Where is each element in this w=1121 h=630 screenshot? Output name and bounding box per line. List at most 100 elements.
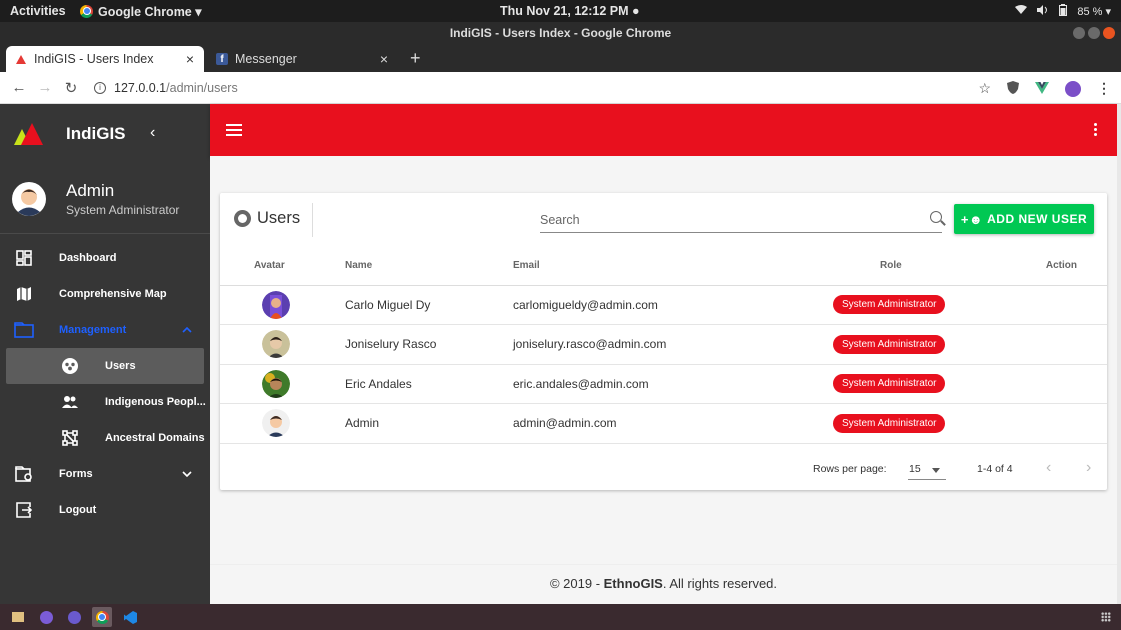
add-new-user-button[interactable]: +☻ ADD NEW USER — [954, 204, 1094, 234]
table-row[interactable]: Admin admin@admin.com System Administrat… — [220, 403, 1107, 444]
site-info-icon[interactable]: i — [94, 81, 106, 94]
avatar-cell — [220, 285, 330, 325]
activities-button[interactable]: Activities — [0, 4, 80, 18]
sidebar: IndiGIS ‹ Admin System Administrator Das… — [0, 104, 210, 604]
sidebar-item-ancestral-domains[interactable]: Ancestral Domains — [0, 420, 210, 456]
folder-icon — [14, 320, 34, 340]
sidebar-item-logout[interactable]: Logout — [0, 492, 210, 528]
prev-page-chevron-icon[interactable]: ‹ — [1046, 459, 1051, 477]
table-header-row: Avatar Name Email Role Action — [220, 247, 1107, 286]
action-cell — [1033, 364, 1107, 404]
user-email-cell: admin@admin.com — [513, 403, 803, 444]
sidebar-item-forms[interactable]: Forms — [0, 456, 210, 492]
column-header-role[interactable]: Role — [803, 247, 1033, 286]
reload-icon[interactable]: ↻ — [58, 79, 84, 97]
sidebar-item-indigenous-people[interactable]: Indigenous Peopl... — [0, 384, 210, 420]
sidebar-item-label: Forms — [59, 468, 93, 480]
user-name: Admin — [66, 180, 115, 200]
role-cell: System Administrator — [803, 285, 1033, 325]
back-arrow-icon[interactable]: ← — [6, 79, 32, 96]
sidebar-item-dashboard[interactable]: Dashboard — [0, 240, 210, 276]
close-tab-icon[interactable]: × — [380, 51, 388, 67]
user-name-cell: Eric Andales — [330, 364, 513, 404]
vscode-app-icon[interactable] — [120, 607, 140, 627]
user-email-cell: eric.andales@admin.com — [513, 364, 803, 404]
table-row[interactable]: Eric Andales eric.andales@admin.com Syst… — [220, 364, 1107, 404]
rows-per-page-select[interactable]: 15 — [908, 460, 946, 480]
sidebar-nav: Dashboard Comprehensive Map Management U… — [0, 234, 210, 528]
battery-icon — [1059, 3, 1068, 19]
chrome-icon — [80, 4, 93, 18]
dashboard-icon — [14, 248, 34, 268]
url-field[interactable]: i 127.0.0.1/admin/users — [94, 81, 238, 95]
next-page-chevron-icon[interactable]: › — [1086, 459, 1091, 477]
more-vert-icon[interactable] — [1094, 123, 1097, 138]
column-header-action[interactable]: Action — [1033, 247, 1107, 286]
domains-icon — [60, 428, 80, 448]
files-app-icon[interactable] — [8, 607, 28, 627]
action-cell — [1033, 324, 1107, 365]
volume-icon — [1037, 4, 1049, 18]
bookmark-star-icon[interactable]: ☆ — [978, 80, 991, 97]
app-grid-icon[interactable] — [1101, 612, 1111, 622]
page-scrollbar[interactable] — [1117, 104, 1121, 604]
users-card: Users +☻ ADD NEW USER Avatar Name Email … — [220, 193, 1107, 490]
rows-per-page-value: 15 — [909, 463, 921, 475]
profile-avatar-icon[interactable] — [1065, 80, 1081, 97]
search-icon[interactable] — [930, 211, 942, 223]
close-window-button[interactable] — [1103, 27, 1115, 39]
column-header-avatar[interactable]: Avatar — [220, 247, 330, 286]
card-header: Users +☻ ADD NEW USER — [220, 193, 1107, 247]
maximize-button[interactable] — [1088, 27, 1100, 39]
action-cell — [1033, 403, 1107, 444]
column-header-email[interactable]: Email — [513, 247, 803, 286]
avatar — [262, 330, 290, 359]
address-bar-row: ← → ↻ i 127.0.0.1/admin/users ☆ ⋮ — [0, 72, 1121, 104]
indigis-logo-icon — [14, 123, 46, 145]
chrome-menu-icon[interactable]: ⋮ — [1097, 80, 1111, 97]
search-input[interactable] — [540, 209, 910, 231]
extensions-area: ☆ ⋮ — [978, 80, 1111, 97]
clock[interactable]: Thu Nov 21, 12:12 PM ● — [500, 4, 640, 18]
table-row[interactable]: Carlo Miguel Dy carlomigueldy@admin.com … — [220, 285, 1107, 325]
forward-arrow-icon[interactable]: → — [32, 79, 58, 96]
column-header-name[interactable]: Name — [330, 247, 513, 286]
chrome-app-icon[interactable] — [92, 607, 112, 627]
avatar — [262, 290, 290, 319]
collapse-sidebar-chevron-icon[interactable]: ‹ — [150, 124, 155, 142]
people-icon — [60, 392, 80, 412]
avatar — [262, 369, 290, 398]
tab-messenger[interactable]: f Messenger × — [206, 46, 398, 72]
forms-icon — [14, 464, 34, 484]
sidebar-user: Admin System Administrator — [0, 164, 210, 234]
app-menu[interactable]: Google Chrome ▾ — [80, 4, 202, 19]
minimize-button[interactable] — [1073, 27, 1085, 39]
viber-app-icon[interactable] — [36, 607, 56, 627]
users-icon — [60, 356, 80, 376]
card-title-text: Users — [257, 209, 301, 227]
firefox-app-icon[interactable] — [64, 607, 84, 627]
brand-name: IndiGIS — [66, 124, 126, 143]
window-title-bar: IndiGIS - Users Index - Google Chrome — [0, 22, 1121, 44]
shield-extension-icon[interactable] — [1007, 80, 1019, 97]
tab-indigis[interactable]: IndiGIS - Users Index × — [6, 46, 204, 72]
avatar-cell — [220, 324, 330, 365]
system-tray[interactable]: 85 % ▾ — [1015, 3, 1111, 19]
hamburger-menu-icon[interactable] — [226, 124, 242, 136]
page-footer: © 2019 - EthnoGIS. All rights reserved. — [210, 564, 1117, 604]
rows-per-page-label: Rows per page: — [813, 463, 887, 475]
sidebar-item-management[interactable]: Management — [0, 312, 210, 348]
role-badge: System Administrator — [833, 295, 946, 315]
logout-icon — [14, 500, 34, 520]
close-tab-icon[interactable]: × — [186, 51, 194, 67]
role-badge: System Administrator — [833, 334, 946, 354]
sidebar-item-users[interactable]: Users — [6, 348, 204, 384]
sidebar-item-comprehensive-map[interactable]: Comprehensive Map — [0, 276, 210, 312]
sidebar-item-label: Indigenous Peopl... — [105, 396, 206, 408]
user-email-cell: joniselury.rasco@admin.com — [513, 324, 803, 365]
dropdown-arrow-icon — [932, 468, 940, 473]
new-tab-plus-icon[interactable]: + — [410, 48, 421, 69]
vue-extension-icon[interactable] — [1035, 81, 1049, 97]
url-path: /admin/users — [166, 80, 238, 95]
table-row[interactable]: Joniselury Rasco joniselury.rasco@admin.… — [220, 324, 1107, 365]
